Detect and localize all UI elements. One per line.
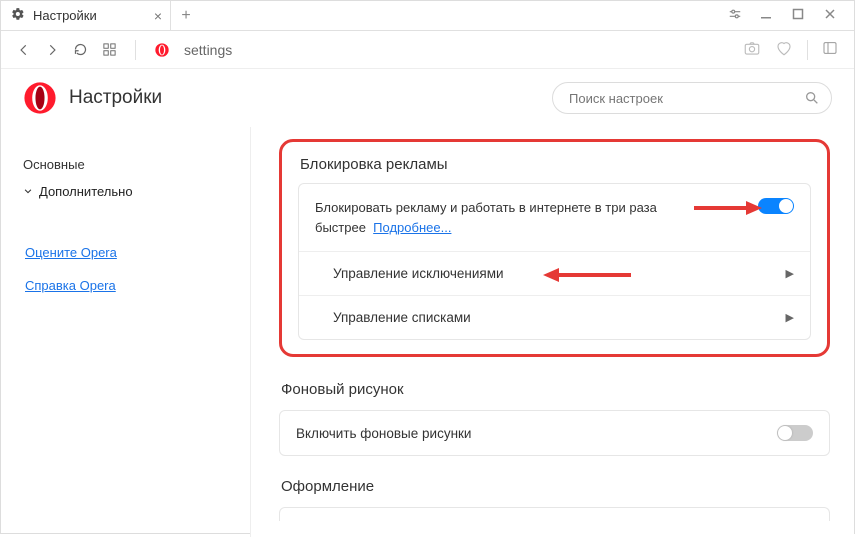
address-text[interactable]: settings [184, 42, 232, 58]
address-bar: settings [1, 31, 854, 69]
divider [807, 40, 808, 60]
titlebar: Настройки × + [1, 1, 854, 31]
adblock-lists-row[interactable]: Управление списками ▶ [299, 295, 810, 339]
adblock-section-highlight: Блокировка рекламы Блокировать рекламу и… [279, 139, 830, 357]
appearance-section: Оформление [279, 472, 830, 521]
sidebar-item-advanced[interactable]: Дополнительно [23, 178, 228, 205]
adblock-toggle[interactable] [758, 198, 794, 214]
section-title-adblock: Блокировка рекламы [298, 154, 811, 183]
browser-tab-settings[interactable]: Настройки × [1, 1, 171, 30]
reload-button[interactable] [73, 42, 88, 57]
opera-logo [23, 81, 57, 115]
close-window-icon[interactable] [824, 8, 836, 23]
sidebar-item-basic[interactable]: Основные [23, 151, 228, 178]
address-bar-right [743, 39, 838, 60]
adblock-card: Блокировать рекламу и работать в интерне… [298, 183, 811, 340]
row-label: Управление исключениями [333, 266, 778, 281]
close-icon[interactable]: × [154, 8, 162, 24]
forward-button[interactable] [45, 43, 59, 57]
annotation-arrow [694, 198, 764, 218]
wallpaper-toggle-row: Включить фоновые рисунки [280, 411, 829, 455]
sidebar: Основные Дополнительно Оцените Opera Спр… [1, 127, 251, 537]
window-controls [728, 7, 854, 24]
chevron-right-icon: ▶ [786, 267, 794, 280]
section-title-wallpaper: Фоновый рисунок [279, 375, 830, 410]
section-title-appearance: Оформление [279, 472, 830, 507]
sidebar-toggle-icon[interactable] [822, 40, 838, 59]
opera-icon [154, 42, 170, 58]
adblock-more-link[interactable]: Подробнее... [373, 220, 451, 235]
snapshot-icon[interactable] [743, 39, 761, 60]
easy-setup-icon[interactable] [728, 7, 740, 24]
speed-dial-icon[interactable] [102, 42, 117, 57]
minimize-icon[interactable] [760, 8, 772, 23]
tab-title: Настройки [33, 8, 97, 23]
chevron-right-icon: ▶ [786, 311, 794, 324]
divider [135, 40, 136, 60]
search-input[interactable] [552, 82, 832, 114]
adblock-exceptions-row[interactable]: Управление исключениями ▶ [299, 251, 810, 295]
page-header: Настройки [1, 69, 854, 127]
new-tab-button[interactable]: + [171, 1, 201, 31]
wallpaper-section: Фоновый рисунок Включить фоновые рисунки [279, 375, 830, 456]
maximize-icon[interactable] [792, 8, 804, 23]
search-icon [804, 90, 820, 109]
page-title: Настройки [69, 87, 162, 109]
sidebar-link-rate[interactable]: Оцените Opera [25, 239, 228, 266]
gear-icon [11, 7, 25, 24]
row-label: Управление списками [333, 310, 778, 325]
content: Блокировка рекламы Блокировать рекламу и… [251, 127, 854, 537]
heart-icon[interactable] [775, 39, 793, 60]
wallpaper-toggle[interactable] [777, 425, 813, 441]
sidebar-item-label: Дополнительно [39, 184, 133, 199]
back-button[interactable] [17, 43, 31, 57]
adblock-desc: Блокировать рекламу и работать в интерне… [315, 198, 695, 237]
body: Основные Дополнительно Оцените Opera Спр… [1, 127, 854, 537]
sidebar-link-help[interactable]: Справка Opera [25, 272, 228, 299]
appearance-card [279, 507, 830, 521]
wallpaper-card: Включить фоновые рисунки [279, 410, 830, 456]
settings-search[interactable] [552, 82, 832, 114]
adblock-toggle-row: Блокировать рекламу и работать в интерне… [299, 184, 810, 251]
chevron-down-icon [23, 184, 33, 199]
row-label: Включить фоновые рисунки [296, 426, 777, 441]
